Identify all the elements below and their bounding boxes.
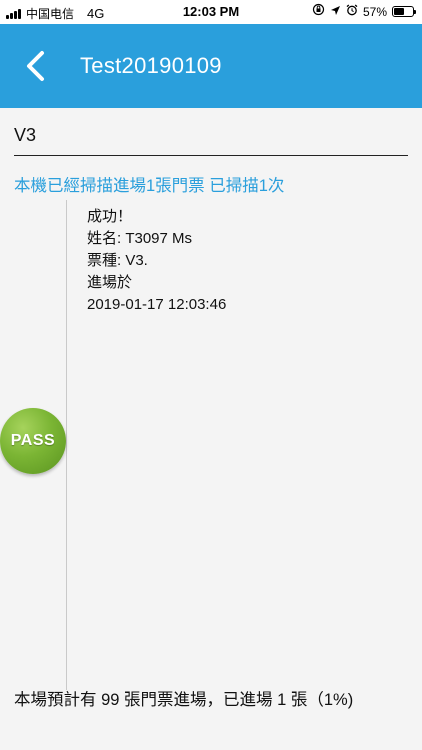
status-bar: 中国电信 4G 12:03 PM 57% [0,0,422,24]
location-arrow-icon [330,4,341,20]
pass-badge: PASS [0,408,66,474]
page-title: Test20190109 [80,53,222,78]
ticket-type: 票種: V3. [87,252,148,269]
status-right: 57% [312,3,416,20]
attendance-summary: 本場預計有 99 張門票進場，已進場 1 張（1%) [14,691,354,709]
battery-percent: 57% [362,4,387,19]
scan-result: 成功！ 姓名: T3097 Ms 票種: V3. 進場於 2019-01-17 … [87,206,226,316]
orientation-lock-icon [312,3,325,20]
battery-fill [394,8,405,15]
entry-label: 進場於 [87,274,133,291]
alarm-clock-icon [346,4,358,20]
back-button[interactable] [14,44,58,88]
event-code-input[interactable] [14,116,408,156]
scan-summary: 本機已經掃描進場1張門票 已掃描1次 [14,177,285,195]
pass-label: PASS [10,432,56,449]
battery-icon [392,6,416,17]
attendee-name: 姓名: T3097 Ms [87,230,193,247]
app-bar: Test20190109 [0,24,422,108]
timeline-line [66,200,67,690]
entry-time: 2019-01-17 12:03:46 [87,296,227,313]
scan-status: 成功！ [87,208,133,225]
chevron-left-icon [27,51,44,81]
